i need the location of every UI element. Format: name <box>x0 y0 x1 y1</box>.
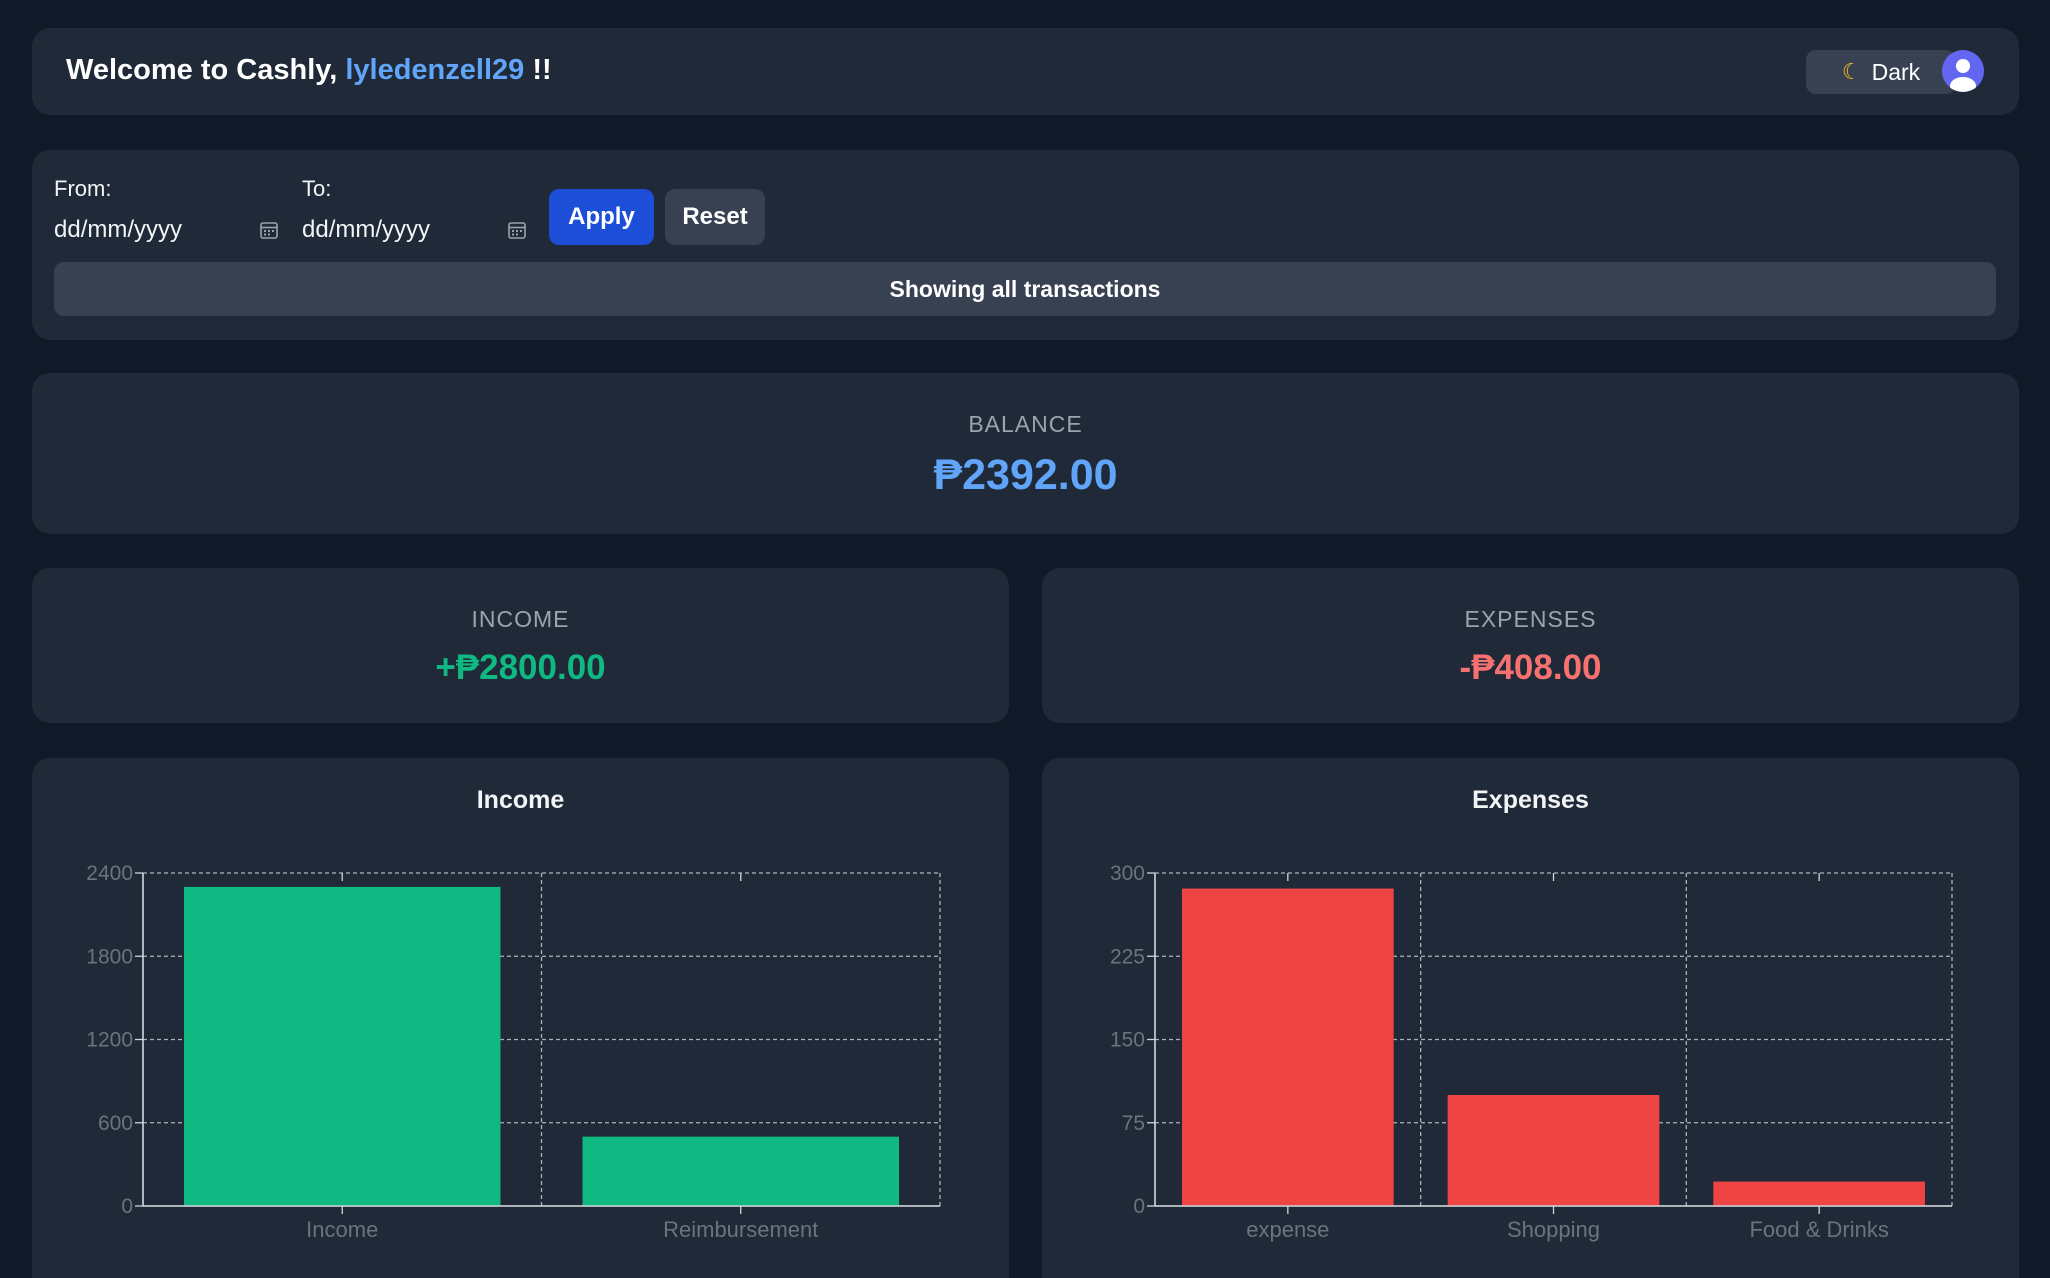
apply-button[interactable]: Apply <box>549 189 654 245</box>
y-tick-label: 300 <box>1110 862 1145 885</box>
welcome-suffix: !! <box>524 54 552 86</box>
income-bar-chart: 0 600 1200 1800 2400 Income Reimbursement <box>86 862 941 1242</box>
to-date-placeholder: dd/mm/yyyy <box>302 216 431 243</box>
theme-toggle-label: Dark <box>1871 58 1921 85</box>
x-tick-label: Reimbursement <box>663 1217 818 1242</box>
y-tick-label: 75 <box>1122 1112 1145 1135</box>
expenses-card: EXPENSES -₱408.00 <box>1042 568 2019 723</box>
expense-bar-chart: 0 75 150 225 300 expense Shopping Food & Drinks <box>1110 862 1953 1242</box>
x-tick-label: Shopping <box>1507 1217 1600 1242</box>
expenses-label: EXPENSES <box>1464 606 1597 632</box>
x-tick-label: expense <box>1246 1217 1329 1242</box>
bar-expense <box>1182 888 1394 1206</box>
welcome-message: Welcome to Cashly, lyledenzell29 !! <box>66 54 552 87</box>
expenses-value: -₱408.00 <box>1459 648 1602 687</box>
from-date-placeholder: dd/mm/yyyy <box>54 216 183 243</box>
income-card: INCOME +₱2800.00 <box>32 568 1009 723</box>
y-tick-label: 0 <box>121 1195 133 1218</box>
calendar-icon[interactable] <box>507 220 527 240</box>
calendar-icon[interactable] <box>259 220 279 240</box>
bar-income <box>184 886 501 1206</box>
y-tick-label: 1200 <box>86 1029 133 1052</box>
y-tick-label: 600 <box>98 1112 133 1135</box>
bar-reimbursement <box>582 1136 899 1206</box>
income-label: INCOME <box>471 606 570 632</box>
balance-label: BALANCE <box>968 411 1083 437</box>
welcome-prefix: Welcome to Cashly, <box>66 54 346 86</box>
y-tick-label: 150 <box>1110 1029 1145 1052</box>
income-chart-card: Income 0 600 1200 1800 2400 Income Reimburseme… <box>32 758 1009 1278</box>
income-value: +₱2800.00 <box>435 648 606 687</box>
theme-toggle-button[interactable]: ☾ Dark <box>1806 50 1956 94</box>
reset-button[interactable]: Reset <box>665 189 765 245</box>
from-date-input[interactable]: dd/mm/yyyy <box>54 210 279 250</box>
bar-shopping <box>1447 1095 1660 1206</box>
x-tick-label: Income <box>306 1217 378 1242</box>
balance-value: ₱2392.00 <box>933 451 1118 499</box>
header-bar: Welcome to Cashly, lyledenzell29 !! ☾ Da… <box>32 28 2019 115</box>
balance-card: BALANCE ₱2392.00 <box>32 373 2019 534</box>
y-tick-label: 225 <box>1110 945 1145 968</box>
from-label: From: <box>54 176 112 201</box>
moon-icon: ☾ <box>1841 59 1862 84</box>
to-label: To: <box>302 176 332 201</box>
username: lyledenzell29 <box>345 54 525 86</box>
y-tick-label: 1800 <box>86 945 133 968</box>
filter-status-banner: Showing all transactions <box>54 262 1996 316</box>
date-filter-panel: From: dd/mm/yyyy To: dd/mm/yyyy Apply Re… <box>32 150 2019 340</box>
bar-food-drinks <box>1713 1181 1925 1206</box>
x-tick-label: Food & Drinks <box>1749 1217 1888 1242</box>
user-avatar-icon[interactable] <box>1942 50 1984 92</box>
to-date-input[interactable]: dd/mm/yyyy <box>302 210 527 250</box>
y-tick-label: 2400 <box>86 862 133 885</box>
y-tick-label: 0 <box>1133 1195 1145 1218</box>
expense-chart-card: Expenses 0 75 150 225 300 expense Shopping Food… <box>1042 758 2019 1278</box>
